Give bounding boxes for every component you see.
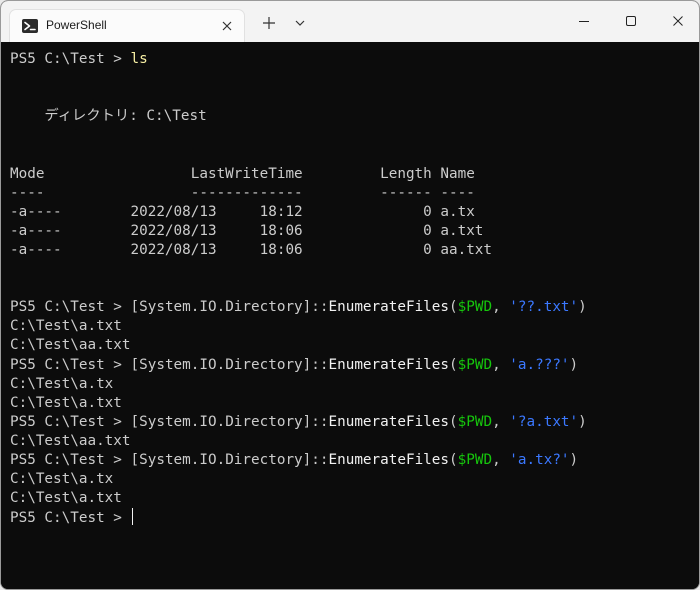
close-icon[interactable] bbox=[220, 19, 234, 33]
terminal-text: EnumerateFiles bbox=[328, 413, 450, 430]
terminal-output[interactable]: PS5 C:\Test > ls ディレクトリ: C:\Test Mode Las… bbox=[1, 42, 699, 589]
title-bar[interactable]: PowerShell bbox=[1, 1, 699, 42]
terminal-line: PS5 C:\Test > [System.IO.Directory]::Enu… bbox=[10, 451, 587, 470]
terminal-text: ( bbox=[449, 356, 458, 373]
terminal-text: EnumerateFiles bbox=[328, 299, 450, 316]
terminal-line: PS5 C:\Test > bbox=[10, 508, 587, 527]
terminal-line: PS5 C:\Test > [System.IO.Directory]::Enu… bbox=[10, 298, 587, 317]
terminal-text: PS5 C:\Test > bbox=[10, 299, 131, 316]
terminal-text: PS5 C:\Test > bbox=[10, 510, 131, 527]
terminal-text: Mode LastWriteTime Length Name bbox=[10, 165, 475, 182]
powershell-icon bbox=[22, 19, 38, 33]
terminal-window: PowerShell PS5 C:\Test > ls ディレクトリ: C:\T… bbox=[0, 0, 700, 590]
terminal-text: 'a.???' bbox=[509, 356, 570, 373]
plus-icon[interactable] bbox=[261, 15, 277, 31]
terminal-text: , bbox=[492, 451, 510, 468]
tab-title: PowerShell bbox=[46, 18, 107, 32]
maximize-icon[interactable] bbox=[621, 11, 641, 31]
terminal-text: C:\Test\a.tx bbox=[10, 375, 114, 392]
terminal-text: '??.txt' bbox=[509, 299, 579, 316]
terminal-line: -a---- 2022/08/13 18:06 0 a.txt bbox=[10, 222, 587, 241]
terminal-text: ( bbox=[449, 451, 458, 468]
terminal-text: 'a.tx?' bbox=[509, 451, 570, 468]
terminal-text: EnumerateFiles bbox=[328, 451, 450, 468]
terminal-text: C:\Test\aa.txt bbox=[10, 432, 131, 449]
terminal-text: [System.IO.Directory]:: bbox=[130, 413, 329, 430]
terminal-text: C:\Test\aa.txt bbox=[10, 337, 131, 354]
terminal-text: PS5 C:\Test > bbox=[10, 356, 131, 373]
terminal-text: C:\Test\a.txt bbox=[10, 318, 122, 335]
terminal-line: Mode LastWriteTime Length Name bbox=[10, 165, 587, 184]
text-cursor bbox=[131, 508, 133, 526]
terminal-text: PS5 C:\Test > bbox=[10, 413, 131, 430]
terminal-text: ) bbox=[578, 413, 587, 430]
terminal-text: -a---- 2022/08/13 18:12 0 a.tx bbox=[10, 203, 475, 220]
terminal-text: $PWD bbox=[457, 413, 493, 430]
terminal-line: PS5 C:\Test > [System.IO.Directory]::Enu… bbox=[10, 413, 587, 432]
terminal-line: ---- ------------- ------ ---- bbox=[10, 184, 587, 203]
terminal-text: $PWD bbox=[457, 451, 493, 468]
terminal-lines: PS5 C:\Test > ls ディレクトリ: C:\Test Mode Las… bbox=[10, 50, 587, 527]
terminal-text: EnumerateFiles bbox=[328, 356, 450, 373]
terminal-text: ) bbox=[569, 451, 579, 468]
terminal-line: C:\Test\aa.txt bbox=[10, 336, 587, 355]
terminal-line: C:\Test\a.tx bbox=[10, 470, 587, 489]
terminal-line: C:\Test\a.txt bbox=[10, 489, 587, 508]
terminal-line: PS5 C:\Test > ls bbox=[10, 50, 587, 69]
terminal-text: ディレクトリ: C:\Test bbox=[10, 108, 207, 125]
terminal-line: C:\Test\aa.txt bbox=[10, 432, 587, 451]
tab-powershell[interactable]: PowerShell bbox=[9, 9, 245, 42]
terminal-text: [System.IO.Directory]:: bbox=[130, 299, 329, 316]
terminal-text: -a---- 2022/08/13 18:06 0 a.txt bbox=[10, 222, 484, 239]
terminal-text: ( bbox=[449, 413, 458, 430]
terminal-text: ) bbox=[578, 299, 587, 316]
terminal-line: PS5 C:\Test > [System.IO.Directory]::Enu… bbox=[10, 356, 587, 375]
terminal-text: , bbox=[492, 356, 510, 373]
terminal-text: [System.IO.Directory]:: bbox=[130, 356, 329, 373]
chevron-down-icon[interactable] bbox=[293, 17, 307, 29]
terminal-text: C:\Test\a.txt bbox=[10, 394, 122, 411]
terminal-line: C:\Test\a.txt bbox=[10, 317, 587, 336]
terminal-line: -a---- 2022/08/13 18:06 0 aa.txt bbox=[10, 241, 587, 260]
terminal-text: C:\Test\a.tx bbox=[10, 471, 114, 488]
terminal-line: C:\Test\a.txt bbox=[10, 394, 587, 413]
terminal-text: $PWD bbox=[457, 356, 493, 373]
terminal-text: $PWD bbox=[457, 299, 493, 316]
terminal-line: ディレクトリ: C:\Test bbox=[10, 107, 587, 126]
terminal-text: ) bbox=[569, 356, 579, 373]
terminal-line: C:\Test\a.tx bbox=[10, 375, 587, 394]
terminal-text: ---- ------------- ------ ---- bbox=[10, 184, 475, 201]
terminal-text: C:\Test\a.txt bbox=[10, 490, 122, 507]
terminal-text: PS5 C:\Test > bbox=[10, 451, 131, 468]
terminal-text: , bbox=[492, 299, 510, 316]
terminal-line: -a---- 2022/08/13 18:12 0 a.tx bbox=[10, 203, 587, 222]
terminal-text: , bbox=[492, 413, 510, 430]
minimize-icon[interactable] bbox=[574, 11, 594, 31]
terminal-text: ( bbox=[449, 299, 458, 316]
terminal-text: [System.IO.Directory]:: bbox=[130, 451, 329, 468]
close-window-icon[interactable] bbox=[668, 11, 688, 31]
terminal-text: ls bbox=[130, 51, 148, 67]
terminal-text: -a---- 2022/08/13 18:06 0 aa.txt bbox=[10, 241, 493, 258]
terminal-text: PS5 C:\Test > bbox=[10, 51, 131, 67]
terminal-text: '?a.txt' bbox=[509, 413, 579, 430]
